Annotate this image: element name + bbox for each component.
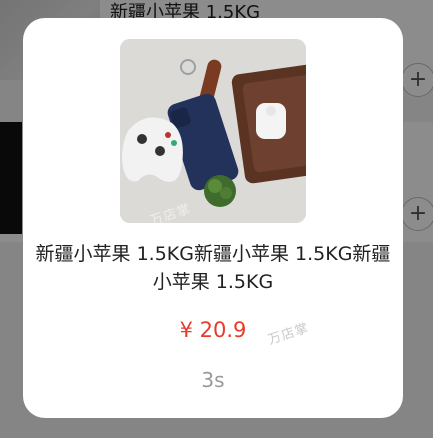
countdown-timer: 3s	[201, 368, 225, 392]
product-photo-icon	[120, 39, 306, 223]
product-popup: 万店掌 新疆小苹果 1.5KG新疆小苹果 1.5KG新疆小苹果 1.5KG ¥ …	[23, 18, 403, 418]
product-image	[120, 39, 306, 223]
product-price: ¥ 20.9	[179, 318, 247, 342]
product-title: 新疆小苹果 1.5KG新疆小苹果 1.5KG新疆小苹果 1.5KG	[35, 243, 391, 293]
